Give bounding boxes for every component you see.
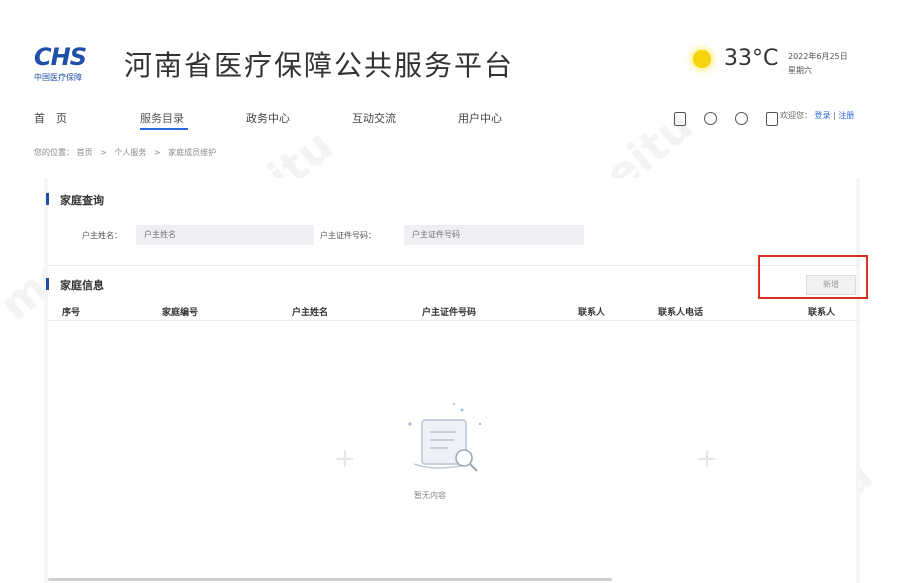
- owner-name-label: 户主姓名：: [82, 231, 122, 240]
- nav-item-user-center[interactable]: 用户中心: [458, 110, 502, 126]
- owner-id-label: 户主证件号码：: [320, 231, 376, 240]
- owner-name-input[interactable]: [136, 225, 314, 245]
- nav-item-service-catalog[interactable]: 服务目录: [140, 110, 184, 126]
- weekday-text: 星期六: [788, 66, 812, 75]
- nav-active-underline: [140, 128, 188, 130]
- nav-item-government-center[interactable]: 政务中心: [246, 110, 290, 126]
- add-button[interactable]: 新增: [806, 275, 856, 295]
- breadcrumb: 您的位置： 首页 > 个人服务 > 家庭成员维护: [34, 147, 216, 158]
- section-marker: [46, 278, 49, 290]
- column-header-owner-id: 户主证件号码: [422, 308, 477, 318]
- column-header-owner-name: 户主姓名: [292, 308, 329, 318]
- nav-icon-group: [674, 108, 791, 126]
- weibo-icon[interactable]: [735, 112, 749, 125]
- register-link[interactable]: 注册: [838, 111, 854, 120]
- breadcrumb-separator: >: [100, 148, 107, 157]
- sun-icon: [693, 50, 711, 68]
- breadcrumb-prefix: 您的位置：: [34, 148, 74, 157]
- query-section-title: 家庭查询: [60, 194, 104, 207]
- column-header-index: 序号: [62, 308, 81, 318]
- column-header-contact-phone: 联系人电话: [658, 308, 704, 318]
- nav-item-home[interactable]: 首 页: [34, 110, 67, 126]
- column-header-family-number: 家庭编号: [162, 308, 199, 318]
- info-section-title: 家庭信息: [60, 279, 104, 292]
- temperature: 33°C: [724, 46, 779, 71]
- column-header-contact: 联系人: [578, 308, 606, 318]
- breadcrumb-item-home[interactable]: 首页: [77, 148, 93, 157]
- breadcrumb-item-personal[interactable]: 个人服务: [114, 148, 146, 157]
- section-marker: [46, 193, 49, 205]
- decorative-plus: +: [696, 444, 718, 474]
- section-divider: [48, 265, 860, 266]
- login-area: 欢迎您： 登录 | 注册: [780, 110, 854, 121]
- date-display: 2022年6月25日 星期六: [788, 50, 848, 78]
- breadcrumb-separator: >: [153, 148, 161, 157]
- owner-id-input[interactable]: [404, 225, 584, 245]
- mobile-icon[interactable]: [674, 111, 686, 126]
- date-text: 2022年6月25日: [788, 52, 848, 61]
- phone-icon[interactable]: [766, 111, 779, 126]
- site-header: CHS 中国医疗保障 河南省医疗保障公共服务平台 33°C 2022年6月25日…: [0, 0, 900, 100]
- logo-subtitle: 中国医疗保障: [34, 73, 82, 82]
- logo-mark: CHS: [34, 43, 87, 71]
- empty-state-icon: [396, 402, 496, 482]
- site-title: 河南省医疗保障公共服务平台: [124, 49, 515, 82]
- chs-logo[interactable]: CHS 中国医疗保障: [34, 43, 100, 86]
- horizontal-scrollbar[interactable]: [48, 578, 612, 581]
- table-header-divider: [48, 320, 860, 321]
- decorative-plus: +: [334, 444, 356, 474]
- wechat-icon[interactable]: [704, 112, 718, 125]
- breadcrumb-item-current: 家庭成员维护: [168, 148, 217, 157]
- nav-item-interaction[interactable]: 互动交流: [352, 110, 396, 126]
- column-header-contact-2: 联系人: [808, 308, 836, 318]
- empty-state-text: 暂无内容: [414, 491, 446, 500]
- login-link[interactable]: 登录: [815, 111, 831, 120]
- welcome-text: 欢迎您：: [780, 111, 812, 120]
- login-separator: |: [833, 111, 836, 120]
